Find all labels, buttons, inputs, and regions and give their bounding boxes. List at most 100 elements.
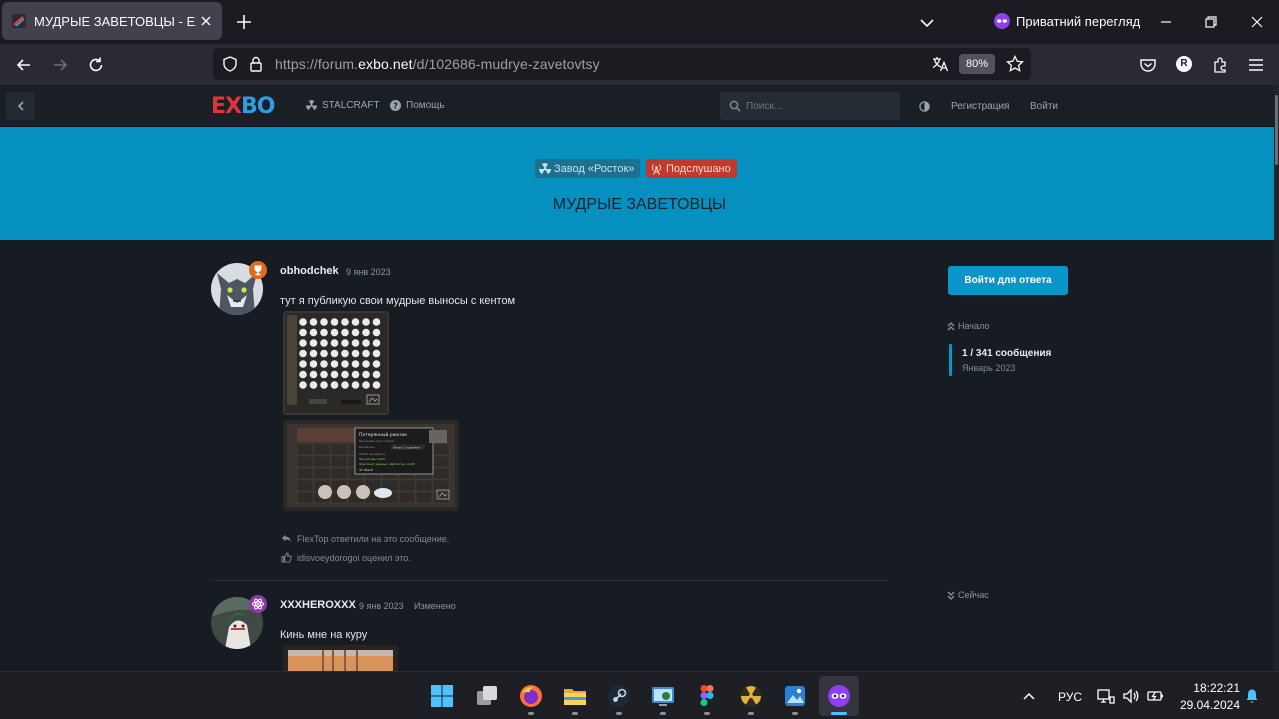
post-image-thumbnail[interactable] bbox=[283, 645, 398, 671]
minimize-icon[interactable] bbox=[1156, 12, 1176, 32]
inventory-slot bbox=[330, 443, 348, 456]
orb-item bbox=[351, 349, 360, 358]
register-link[interactable]: Регистрация bbox=[951, 101, 1009, 112]
url-bar[interactable]: https://forum.exbo.net/d/102686-mudrye-z… bbox=[213, 48, 1031, 80]
thumbs-up-icon bbox=[281, 552, 292, 563]
file-explorer-icon[interactable] bbox=[562, 683, 588, 709]
post-username[interactable]: obhodchek bbox=[280, 265, 339, 277]
firefox-icon[interactable] bbox=[518, 683, 544, 709]
scrollbar-thumb[interactable] bbox=[1275, 95, 1278, 165]
exbo-logo[interactable]: EXBO bbox=[211, 94, 275, 119]
search-input[interactable] bbox=[746, 98, 894, 114]
steam-icon[interactable] bbox=[606, 683, 632, 709]
edited-label[interactable]: Изменено bbox=[414, 601, 456, 611]
network-icon[interactable] bbox=[1097, 688, 1115, 704]
pocket-icon[interactable] bbox=[1138, 55, 1158, 75]
orb-item bbox=[341, 370, 349, 379]
post-username[interactable]: XXXHEROXXX bbox=[280, 599, 356, 611]
tag-zavod-rostok[interactable]: Завод «Росток» bbox=[535, 159, 641, 178]
private-browsing-indicator: Приватний перегляд bbox=[994, 13, 1140, 29]
running-indicator bbox=[572, 712, 578, 715]
search-box[interactable] bbox=[720, 92, 900, 120]
scrubber-now[interactable]: Сейчас bbox=[947, 590, 989, 600]
back-arrow-icon[interactable] bbox=[14, 55, 34, 75]
liked-info[interactable]: idisvoeydorogoi оценил это. bbox=[281, 552, 411, 563]
restore-icon[interactable] bbox=[1201, 12, 1221, 32]
orb-item bbox=[309, 360, 318, 368]
new-tab-icon[interactable] bbox=[234, 12, 254, 32]
inventory-slot bbox=[330, 467, 348, 480]
orb-item bbox=[299, 339, 307, 347]
scrubber-start[interactable]: Начало bbox=[947, 321, 989, 331]
post-body: тут я публикую свои мудрые выносы с кент… bbox=[280, 295, 516, 307]
input-language[interactable]: РУС bbox=[1058, 690, 1082, 704]
inventory-screenshot bbox=[283, 311, 389, 415]
post-divider bbox=[211, 580, 888, 581]
tooltip-line: Фрагмент данных «Детекты» x126 bbox=[359, 462, 415, 466]
reply-login-button[interactable]: Войти для ответа bbox=[948, 266, 1068, 295]
forward-arrow-icon[interactable] bbox=[50, 55, 70, 75]
lock-icon[interactable] bbox=[248, 55, 264, 73]
battery-icon[interactable] bbox=[1146, 688, 1164, 704]
clock-date[interactable]: 29.04.2024 bbox=[1170, 698, 1240, 712]
bookmark-star-icon[interactable] bbox=[1005, 54, 1025, 74]
login-link[interactable]: Войти bbox=[1030, 101, 1058, 112]
tag-podslushano[interactable]: Подслушано bbox=[646, 159, 737, 178]
url-path: /d/102686-mudrye-zavetovtsy bbox=[412, 56, 600, 72]
orb-item bbox=[299, 349, 307, 358]
post-date[interactable]: 9 янв 2023 bbox=[359, 601, 404, 611]
task-view-icon[interactable] bbox=[474, 683, 500, 709]
search-icon bbox=[729, 100, 741, 112]
theme-toggle-icon[interactable] bbox=[919, 101, 930, 112]
page-scrollbar[interactable] bbox=[1274, 85, 1279, 671]
orb-item bbox=[362, 349, 370, 358]
inventory-slot bbox=[432, 443, 450, 456]
close-tab-icon[interactable] bbox=[198, 13, 214, 29]
volume-icon[interactable] bbox=[1122, 688, 1140, 704]
post-image-thumbnail[interactable]: Потерянный рюкзак Выживает при смерти Вл… bbox=[283, 420, 459, 511]
scrubber-start-label: Начало bbox=[958, 321, 990, 331]
active-tab[interactable]: МУДРЫЕ ЗАВЕТОВЦЫ - EXBO bbox=[2, 2, 222, 40]
orb-item bbox=[341, 339, 349, 347]
notification-bell-icon[interactable] bbox=[1244, 688, 1260, 704]
inventory-slot bbox=[296, 479, 314, 492]
scrubber-handle[interactable] bbox=[949, 344, 952, 376]
chevron-down-icon[interactable] bbox=[918, 14, 936, 32]
stalcraft-icon[interactable] bbox=[738, 683, 764, 709]
chevron-up-icon[interactable] bbox=[1022, 690, 1036, 702]
figma-icon[interactable] bbox=[694, 683, 720, 709]
url-text[interactable]: https://forum.exbo.net/d/102686-mudrye-z… bbox=[275, 56, 600, 72]
extensions-icon[interactable] bbox=[1210, 55, 1230, 75]
hamburger-menu-icon[interactable] bbox=[1246, 55, 1266, 75]
orb-item bbox=[362, 370, 370, 379]
clock-time[interactable]: 18:22:21 bbox=[1180, 681, 1240, 695]
inventory-slot bbox=[296, 443, 314, 456]
firefox-private-taskbar-button[interactable] bbox=[819, 676, 859, 716]
tab-title: МУДРЫЕ ЗАВЕТОВЦЫ - EXBO bbox=[34, 13, 196, 29]
orb-item bbox=[309, 328, 318, 337]
orb-item bbox=[299, 370, 307, 379]
post-date[interactable]: 9 янв 2023 bbox=[346, 267, 391, 277]
orb-item bbox=[320, 318, 328, 326]
atom-icon bbox=[252, 598, 264, 610]
nav-link-stalcraft[interactable]: STALCRAFT bbox=[306, 100, 380, 111]
account-avatar[interactable]: R bbox=[1176, 56, 1192, 72]
tracking-shield-icon[interactable] bbox=[221, 55, 239, 73]
tooltip-title: Потерянный рюкзак bbox=[359, 431, 407, 438]
private-mask-icon bbox=[994, 13, 1010, 29]
reload-icon[interactable] bbox=[86, 55, 106, 75]
photos-icon[interactable] bbox=[782, 683, 808, 709]
zoom-level-button[interactable]: 80% bbox=[959, 54, 995, 74]
replied-info[interactable]: FlexTop ответили на это сообщение. bbox=[281, 533, 449, 544]
inventory-slot bbox=[398, 479, 416, 492]
back-nav-button[interactable] bbox=[6, 92, 35, 120]
orb-item bbox=[341, 381, 349, 389]
nav-link-help[interactable]: ? Помощь bbox=[390, 100, 445, 111]
translate-icon[interactable] bbox=[930, 54, 950, 74]
close-window-icon[interactable] bbox=[1247, 12, 1267, 32]
control-panel-icon[interactable] bbox=[650, 683, 676, 709]
post-image-thumbnail[interactable] bbox=[283, 311, 389, 415]
orb-item bbox=[351, 381, 360, 389]
inventory-slot bbox=[415, 479, 433, 492]
windows-start-icon[interactable] bbox=[429, 683, 455, 709]
